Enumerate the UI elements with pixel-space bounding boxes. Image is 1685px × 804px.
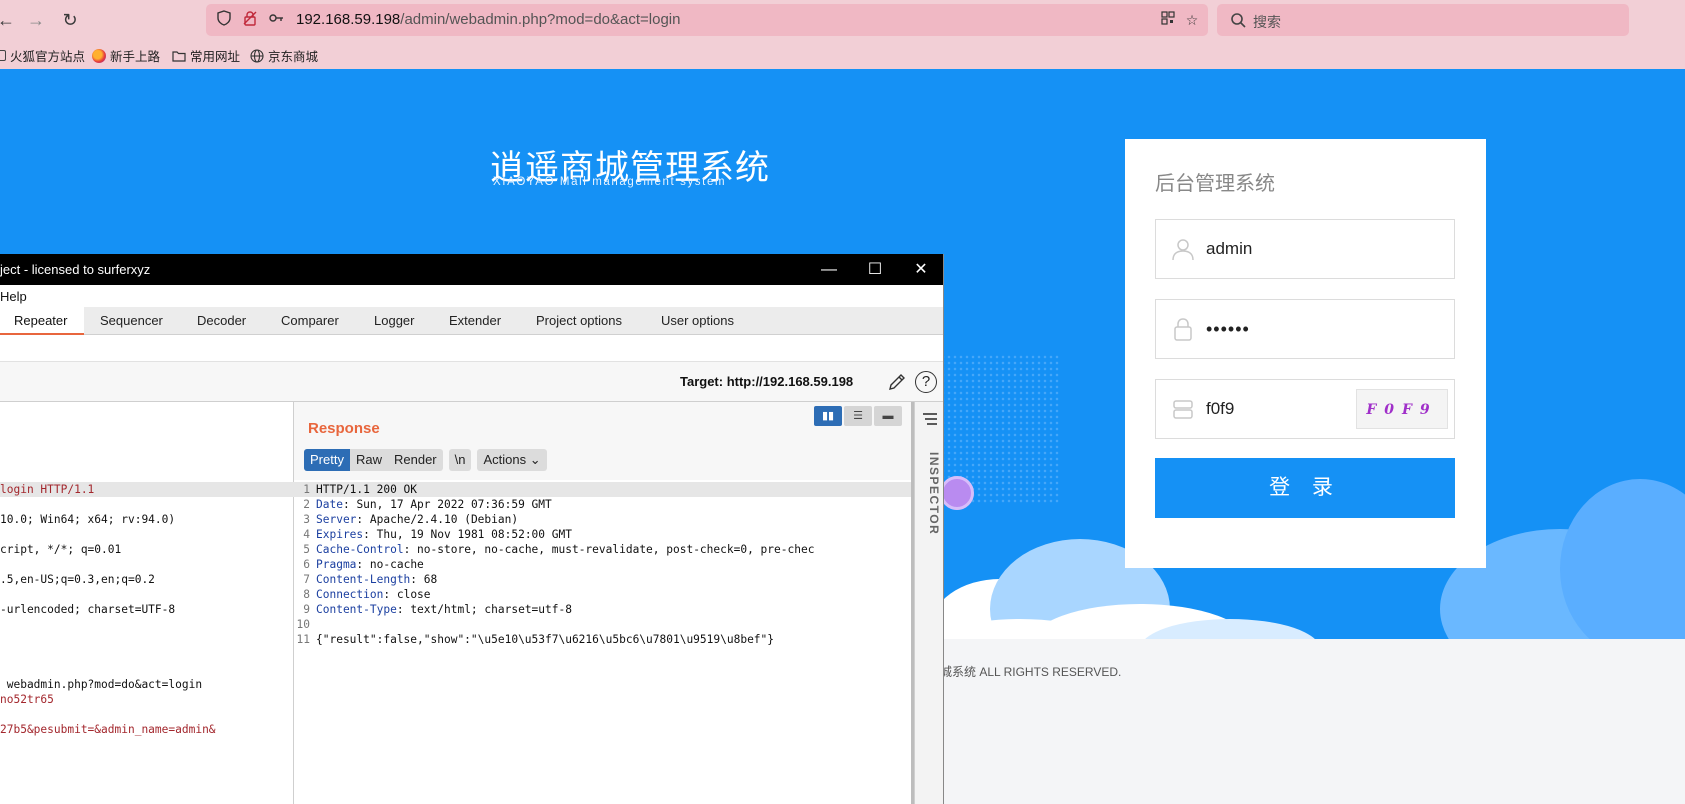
- password-value: ••••••: [1206, 319, 1250, 339]
- burp-tab-bar: Repeater Sequencer Decoder Comparer Logg…: [0, 307, 943, 335]
- browser-chrome: ← → ↻ 192.168.59.198/admin/webadmin.php?…: [0, 0, 1685, 69]
- actions-dropdown[interactable]: Actions ⌄: [477, 449, 547, 471]
- response-view-toolbar: Pretty Raw Render \n Actions ⌄: [304, 449, 547, 471]
- close-icon[interactable]: ✕: [899, 254, 943, 285]
- floating-orb-icon: [940, 476, 974, 510]
- insecure-lock-icon[interactable]: [240, 10, 260, 30]
- firefox-icon: [92, 48, 106, 63]
- tab-repeater[interactable]: Repeater: [0, 307, 84, 335]
- captcha-image[interactable]: F0F9: [1356, 389, 1448, 429]
- user-icon: [1172, 239, 1194, 261]
- folder-icon: [172, 50, 186, 62]
- response-title: Response: [308, 420, 380, 437]
- captcha-icon: [1173, 400, 1193, 419]
- request-line: 27b5&pesubmit=&admin_name=admin&: [0, 723, 216, 736]
- burp-menu-bar: Help: [0, 285, 943, 307]
- help-icon[interactable]: ?: [915, 371, 937, 393]
- request-line: webadmin.php?mod=do&act=login: [0, 678, 203, 691]
- bookmark-jd-mall[interactable]: 京东商城: [250, 46, 318, 65]
- bookmark-common-sites[interactable]: 常用网址: [172, 46, 240, 65]
- url-text[interactable]: 192.168.59.198/admin/webadmin.php?mod=do…: [296, 11, 680, 28]
- newline-toggle-button[interactable]: \n: [448, 449, 472, 471]
- search-placeholder: 搜索: [1253, 14, 1281, 30]
- captcha-field[interactable]: f0f9 F0F9: [1155, 379, 1455, 439]
- repeater-subtab-bar: [0, 336, 943, 362]
- stacked-view-icon[interactable]: ☰: [844, 406, 872, 426]
- tab-extender[interactable]: Extender: [435, 307, 515, 335]
- request-pane: login HTTP/1.1 10.0; Win64; x64; rv:94.0…: [0, 402, 294, 804]
- request-line: cript, */*; q=0.01: [0, 543, 122, 556]
- request-line: login HTTP/1.1: [0, 482, 294, 497]
- inspector-label: INSPECTOR: [927, 452, 941, 536]
- chevron-down-icon: ⌄: [529, 452, 541, 467]
- burp-suite-window: ject - licensed to surferxyz — ☐ ✕ Help …: [0, 254, 944, 804]
- login-panel: 后台管理系统 admin •••••• f0f9 F0F9 登 录: [1125, 139, 1486, 568]
- bookmark-firefox-official[interactable]: 火狐官方站点: [0, 46, 85, 65]
- search-icon: [1231, 13, 1246, 28]
- login-title: 后台管理系统: [1155, 173, 1275, 195]
- lock-icon: [1174, 318, 1192, 341]
- split-view-icon[interactable]: ▮▮: [814, 406, 842, 426]
- view-mode-group: Pretty Raw Render: [304, 449, 443, 471]
- forward-icon[interactable]: →: [24, 8, 48, 32]
- maximize-icon[interactable]: ☐: [853, 254, 897, 285]
- response-pane: Response ▮▮ ☰ ▬ Pretty Raw Render \n Act…: [294, 402, 914, 804]
- request-line: -urlencoded; charset=UTF-8: [0, 603, 176, 616]
- tab-logger[interactable]: Logger: [360, 307, 428, 335]
- address-bar[interactable]: 192.168.59.198/admin/webadmin.php?mod=do…: [206, 4, 1208, 36]
- inspector-panel[interactable]: INSPECTOR: [914, 402, 943, 804]
- menu-help[interactable]: Help: [0, 289, 27, 304]
- edit-pencil-icon[interactable]: [886, 371, 908, 393]
- pretty-button[interactable]: Pretty: [304, 449, 350, 471]
- copyright-text: 城系统 ALL RIGHTS RESERVED.: [940, 665, 1122, 679]
- captcha-value: f0f9: [1206, 399, 1235, 418]
- target-bar: Target: http://192.168.59.198 ?: [0, 362, 943, 402]
- brand-subtitle: XIAOYAO Mall management system: [493, 176, 727, 188]
- tab-project-options[interactable]: Project options: [522, 307, 636, 335]
- render-button[interactable]: Render: [388, 449, 443, 471]
- bookmark-star-icon[interactable]: ☆: [1182, 10, 1202, 30]
- globe-icon: [250, 48, 264, 63]
- qr-code-icon[interactable]: [1158, 10, 1178, 30]
- search-bar[interactable]: 搜索: [1217, 4, 1629, 36]
- menu-lines-icon[interactable]: [922, 412, 938, 426]
- shield-icon[interactable]: [214, 10, 234, 30]
- response-header: Response ▮▮ ☰ ▬ Pretty Raw Render \n Act…: [294, 402, 914, 480]
- password-field[interactable]: ••••••: [1155, 299, 1455, 359]
- tab-comparer[interactable]: Comparer: [267, 307, 353, 335]
- response-line: 1 HTTP/1.1 200 OK: [294, 482, 914, 497]
- request-line: 10.0; Win64; x64; rv:94.0): [0, 513, 176, 526]
- tab-sequencer[interactable]: Sequencer: [86, 307, 177, 335]
- key-icon[interactable]: [266, 10, 286, 30]
- request-line: .5,en-US;q=0.3,en;q=0.2: [0, 573, 155, 586]
- burp-title-bar: ject - licensed to surferxyz — ☐ ✕: [0, 254, 943, 285]
- single-view-icon[interactable]: ▬: [874, 406, 902, 426]
- minimize-icon[interactable]: —: [807, 254, 851, 285]
- request-line: no52tr65: [0, 693, 54, 706]
- folder-icon: [0, 50, 6, 61]
- bookmark-getting-started[interactable]: 新手上路: [92, 46, 160, 65]
- burp-window-title: ject - licensed to surferxyz: [0, 262, 151, 277]
- tab-user-options[interactable]: User options: [647, 307, 748, 335]
- raw-button[interactable]: Raw: [350, 449, 388, 471]
- username-field[interactable]: admin: [1155, 219, 1455, 279]
- username-value: admin: [1206, 239, 1253, 258]
- layout-buttons: ▮▮ ☰ ▬: [814, 406, 902, 426]
- target-label[interactable]: Target: http://192.168.59.198: [680, 374, 853, 389]
- back-icon[interactable]: ←: [0, 8, 18, 32]
- login-button[interactable]: 登 录: [1155, 458, 1455, 518]
- reload-icon[interactable]: ↻: [58, 8, 82, 32]
- tab-decoder[interactable]: Decoder: [183, 307, 260, 335]
